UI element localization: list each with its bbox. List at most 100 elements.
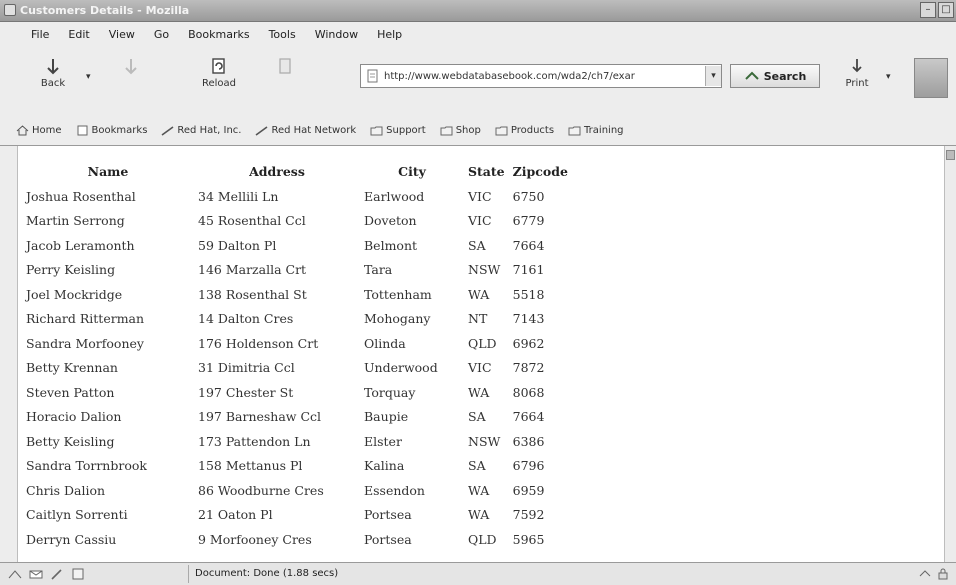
navigator-icon[interactable] — [8, 568, 22, 580]
stop-icon — [279, 58, 291, 74]
cell-city: Tara — [364, 262, 393, 278]
window-titlebar: Customers Details - Mozilla – □ — [0, 0, 956, 22]
reload-button[interactable]: Reload — [196, 56, 242, 96]
header-address: Address — [249, 164, 305, 179]
cell-state: QLD — [468, 531, 497, 547]
url-history-dropdown-icon[interactable]: ▾ — [705, 66, 721, 86]
sidebar-strip — [0, 146, 18, 562]
cell-address: 14 Dalton Cres — [198, 311, 294, 327]
cell-city: Tottenham — [364, 286, 432, 302]
back-arrow-icon — [47, 59, 59, 75]
cell-name: Jacob Leramonth — [26, 237, 135, 253]
table-row: Betty Keisling 173 Pattendon Ln Elster NSW 6… — [22, 429, 572, 454]
bookmark-bookmarks[interactable]: Bookmarks — [76, 124, 148, 136]
cell-name: Sandra Torrnbrook — [26, 458, 147, 474]
cell-address: 176 Holdenson Crt — [198, 335, 319, 351]
table-row: Joshua Rosenthal 34 Mellili Ln Earlwood VIC… — [22, 184, 572, 209]
url-input[interactable] — [384, 66, 705, 86]
menu-tools[interactable]: Tools — [260, 26, 306, 46]
print-label: Print — [845, 78, 869, 89]
menu-bookmarks[interactable]: Bookmarks — [179, 26, 259, 46]
back-button[interactable]: Back — [30, 56, 76, 96]
cell-state: SA — [468, 409, 486, 425]
cell-state: SA — [468, 237, 486, 253]
bookmark-red-hat-network[interactable]: Red Hat Network — [255, 125, 356, 136]
address-book-icon[interactable] — [71, 568, 85, 580]
folder-icon — [495, 126, 508, 135]
print-icon — [852, 59, 862, 73]
status-text: Document: Done (1.88 secs) — [188, 565, 338, 583]
bookmark-shop[interactable]: Shop — [440, 125, 481, 136]
security-indicators — [918, 567, 950, 581]
print-options-dropdown-icon[interactable]: ▾ — [886, 72, 891, 82]
print-button[interactable]: Print — [834, 56, 880, 96]
url-bar[interactable]: ▾ — [360, 64, 722, 88]
stop-button[interactable] — [262, 56, 308, 96]
cell-address: 59 Dalton Pl — [198, 237, 277, 253]
lock-icon[interactable] — [936, 567, 950, 581]
cell-name: Derryn Cassiu — [26, 531, 117, 547]
cell-address: 21 Oaton Pl — [198, 507, 273, 523]
menu-window[interactable]: Window — [306, 26, 368, 46]
browser-chrome: File Edit View Go Bookmarks Tools Window… — [0, 22, 956, 146]
cell-state: NT — [468, 311, 488, 327]
bookmark-label: Products — [510, 124, 555, 136]
cell-name: Horacio Dalion — [26, 409, 122, 425]
online-status-icon[interactable] — [918, 567, 932, 581]
cell-state: VIC — [468, 360, 492, 376]
cell-name: Joshua Rosenthal — [26, 188, 136, 204]
home-icon — [16, 124, 29, 135]
cell-name: Chris Dalion — [26, 482, 106, 498]
bookmarks-toolbar: Home Bookmarks Red Hat, Inc. Red Hat Net… — [0, 118, 956, 142]
cell-zipcode: 7872 — [512, 360, 545, 376]
bookmark-training[interactable]: Training — [568, 125, 624, 136]
cell-city: Underwood — [364, 360, 438, 376]
table-row: Betty Krennan 31 Dimitria Ccl Underwood VIC… — [22, 356, 572, 381]
cell-zipcode: 6386 — [512, 433, 545, 449]
component-bar — [0, 568, 188, 580]
maximize-button[interactable]: □ — [938, 2, 954, 18]
bookmark-red-hat-inc[interactable]: Red Hat, Inc. — [161, 125, 241, 136]
cell-name: Perry Keisling — [26, 262, 116, 278]
menu-view[interactable]: View — [100, 26, 145, 46]
cell-address: 34 Mellili Ln — [198, 188, 279, 204]
back-history-dropdown-icon[interactable]: ▾ — [86, 72, 91, 82]
forward-button[interactable] — [108, 56, 154, 96]
table-row: Horacio Dalion 197 Barneshaw Ccl Baupie SA 7… — [22, 405, 572, 430]
cell-zipcode: 7664 — [512, 237, 545, 253]
window-controls: – □ — [920, 2, 954, 18]
vertical-scrollbar[interactable] — [944, 146, 956, 562]
minimize-button[interactable]: – — [920, 2, 936, 18]
cell-city: Portsea — [364, 507, 412, 523]
cell-city: Essendon — [364, 482, 425, 498]
browser-throbber — [914, 58, 948, 98]
cell-state: WA — [468, 384, 490, 400]
bookmark-home[interactable]: Home — [16, 125, 62, 136]
scrollbar-thumb[interactable] — [946, 150, 955, 160]
cell-zipcode: 7143 — [512, 311, 545, 327]
cell-address: 173 Pattendon Ln — [198, 433, 311, 449]
bookmark-label: Bookmarks — [91, 124, 148, 136]
menu-help[interactable]: Help — [368, 26, 412, 46]
cell-state: VIC — [468, 188, 492, 204]
cell-name: Joel Mockridge — [26, 286, 123, 302]
cell-zipcode: 7592 — [512, 507, 545, 523]
cell-city: Mohogany — [364, 311, 431, 327]
mail-icon[interactable] — [29, 568, 43, 580]
menu-go[interactable]: Go — [145, 26, 179, 46]
cell-city: Kalina — [364, 458, 405, 474]
reload-icon — [212, 58, 225, 74]
search-label: Search — [763, 69, 807, 83]
table-row: Sandra Torrnbrook 158 Mettanus Pl Kalina SA… — [22, 454, 572, 479]
folder-icon — [568, 126, 581, 135]
menu-edit[interactable]: Edit — [59, 26, 99, 46]
bookmark-support[interactable]: Support — [370, 125, 426, 136]
folder-icon — [440, 126, 453, 135]
bookmark-products[interactable]: Products — [495, 125, 554, 136]
page-content: Name Address City State Zipcode Joshua R… — [18, 148, 944, 562]
cell-zipcode: 7161 — [512, 262, 545, 278]
composer-icon[interactable] — [50, 568, 64, 580]
menu-file[interactable]: File — [22, 26, 59, 46]
search-button[interactable]: Search — [730, 64, 820, 88]
cell-name: Betty Keisling — [26, 433, 115, 449]
